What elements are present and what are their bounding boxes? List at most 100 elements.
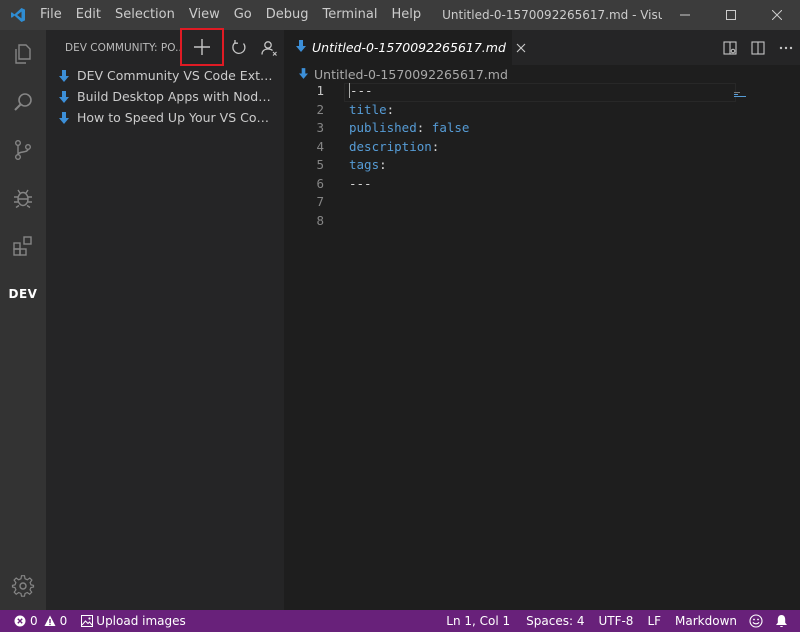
- activity-settings[interactable]: [0, 562, 46, 610]
- editor-area: Untitled-0-1570092265617.md Untitled-0-1…: [284, 30, 800, 610]
- activity-search[interactable]: [0, 78, 46, 126]
- split-editor-button[interactable]: [744, 30, 772, 65]
- close-window-button[interactable]: [754, 0, 800, 30]
- post-item[interactable]: DEV Community VS Code Extension: [46, 65, 284, 86]
- code-line: 2 title:: [284, 102, 800, 121]
- line-content: ---: [349, 176, 372, 195]
- line-content: ---: [349, 83, 373, 102]
- bell-icon: [776, 615, 787, 627]
- menu-edit[interactable]: Edit: [69, 0, 108, 30]
- line-number: 6: [316, 175, 324, 191]
- yaml-key: tags: [349, 157, 380, 172]
- vscode-logo-icon: [0, 0, 35, 30]
- debug-icon: [14, 189, 32, 209]
- markdown-file-icon: [299, 67, 308, 82]
- menu-view[interactable]: View: [182, 0, 227, 30]
- upload-images-button[interactable]: Upload images: [73, 610, 192, 632]
- menu-selection[interactable]: Selection: [108, 0, 182, 30]
- more-actions-button[interactable]: [772, 30, 800, 65]
- search-icon: [14, 93, 32, 111]
- breadcrumb-file[interactable]: Untitled-0-1570092265617.md: [314, 67, 508, 82]
- line-content: tags:: [349, 157, 387, 176]
- line-number: 8: [316, 212, 324, 228]
- close-icon: [772, 10, 782, 20]
- editor-actions: [716, 30, 800, 65]
- line-number: 4: [316, 138, 324, 154]
- tab-bar: Untitled-0-1570092265617.md: [284, 30, 800, 65]
- yaml-colon: :: [386, 101, 395, 117]
- yaml-key: description: [349, 138, 432, 154]
- activity-source-control[interactable]: [0, 126, 46, 174]
- gear-icon: [11, 575, 35, 597]
- yaml-key: published: [349, 120, 417, 135]
- menu-file[interactable]: File: [35, 0, 69, 30]
- ellipsis-icon: [779, 46, 793, 49]
- activity-explorer[interactable]: [0, 30, 46, 78]
- encoding[interactable]: UTF-8: [592, 610, 639, 632]
- code-line: 6 ---: [284, 176, 800, 195]
- activity-dev-community[interactable]: DEV: [0, 270, 46, 318]
- open-preview-button[interactable]: [716, 30, 744, 65]
- menu-terminal[interactable]: Terminal: [316, 0, 385, 30]
- minimize-button[interactable]: [662, 0, 708, 30]
- post-item-label: DEV Community VS Code Extension: [77, 68, 273, 83]
- activity-debug[interactable]: [0, 174, 46, 222]
- refresh-icon: [232, 39, 246, 54]
- yaml-value: false: [431, 120, 470, 135]
- post-item[interactable]: How to Speed Up Your VS Code Extension: [46, 107, 284, 128]
- post-item[interactable]: Build Desktop Apps with Node and...: [46, 86, 284, 107]
- maximize-icon: [726, 10, 736, 20]
- code-editor[interactable]: 1 --- 2 title: 3 published: false 4 desc…: [284, 83, 800, 231]
- menu-bar: File Edit Selection View Go Debug Termin…: [35, 0, 428, 30]
- markdown-file-icon: [296, 39, 306, 56]
- minimize-icon: [680, 14, 690, 16]
- menu-debug[interactable]: Debug: [259, 0, 316, 30]
- download-arrow-icon: [59, 90, 73, 103]
- line-number: 3: [316, 120, 324, 135]
- status-bar: 0 0 Upload images Ln 1, Col 1 Spaces: 4 …: [0, 610, 800, 632]
- post-item-label: How to Speed Up Your VS Code Extension: [77, 110, 273, 125]
- warning-count: 0: [59, 614, 68, 628]
- frontmatter-delimiter: ---: [350, 83, 373, 98]
- yaml-colon: :: [431, 138, 440, 154]
- editor-tab[interactable]: Untitled-0-1570092265617.md: [284, 30, 526, 65]
- line-content: title:: [349, 102, 394, 121]
- warning-icon: [44, 615, 56, 626]
- dev-label: DEV: [8, 287, 38, 301]
- indentation[interactable]: Spaces: 4: [520, 610, 590, 632]
- notifications-button[interactable]: [769, 610, 800, 632]
- sidebar: DEV COMMUNITY: PO... DEV Community VS Co…: [46, 27, 284, 610]
- code-line: 5 tags:: [284, 157, 800, 176]
- line-content: published: false: [349, 120, 469, 139]
- new-post-button[interactable]: [180, 27, 224, 66]
- tab-label: Untitled-0-1570092265617.md: [312, 40, 506, 55]
- extensions-icon: [13, 236, 32, 256]
- post-item-label: Build Desktop Apps with Node and...: [77, 89, 273, 104]
- close-icon: [516, 43, 526, 52]
- menu-help[interactable]: Help: [384, 0, 428, 30]
- sign-out-button[interactable]: [254, 33, 284, 63]
- maximize-button[interactable]: [708, 0, 754, 30]
- window-title: Untitled-0-1570092265617.md - Visual Stu…: [442, 8, 662, 22]
- plus-icon: [194, 38, 210, 55]
- sidebar-title: DEV COMMUNITY: PO...: [65, 41, 180, 54]
- cursor-position[interactable]: Ln 1, Col 1: [440, 610, 516, 632]
- files-icon: [15, 44, 31, 64]
- feedback-button[interactable]: [743, 610, 769, 632]
- line-number: 7: [316, 194, 324, 209]
- tab-close-button[interactable]: [516, 43, 526, 53]
- error-icon: [14, 615, 26, 627]
- upload-images-label: Upload images: [96, 614, 186, 628]
- activity-extensions[interactable]: [0, 222, 46, 270]
- end-of-line[interactable]: LF: [641, 610, 667, 632]
- breadcrumb[interactable]: Untitled-0-1570092265617.md: [284, 65, 800, 83]
- language-mode[interactable]: Markdown: [669, 610, 743, 632]
- refresh-button[interactable]: [224, 33, 254, 63]
- smiley-icon: [749, 614, 763, 628]
- error-count: 0: [30, 614, 38, 628]
- source-control-icon: [14, 140, 31, 161]
- menu-go[interactable]: Go: [227, 0, 259, 30]
- problems-status[interactable]: 0 0: [0, 610, 73, 632]
- user-remove-icon: [261, 40, 277, 56]
- code-line: 3 published: false: [284, 120, 800, 139]
